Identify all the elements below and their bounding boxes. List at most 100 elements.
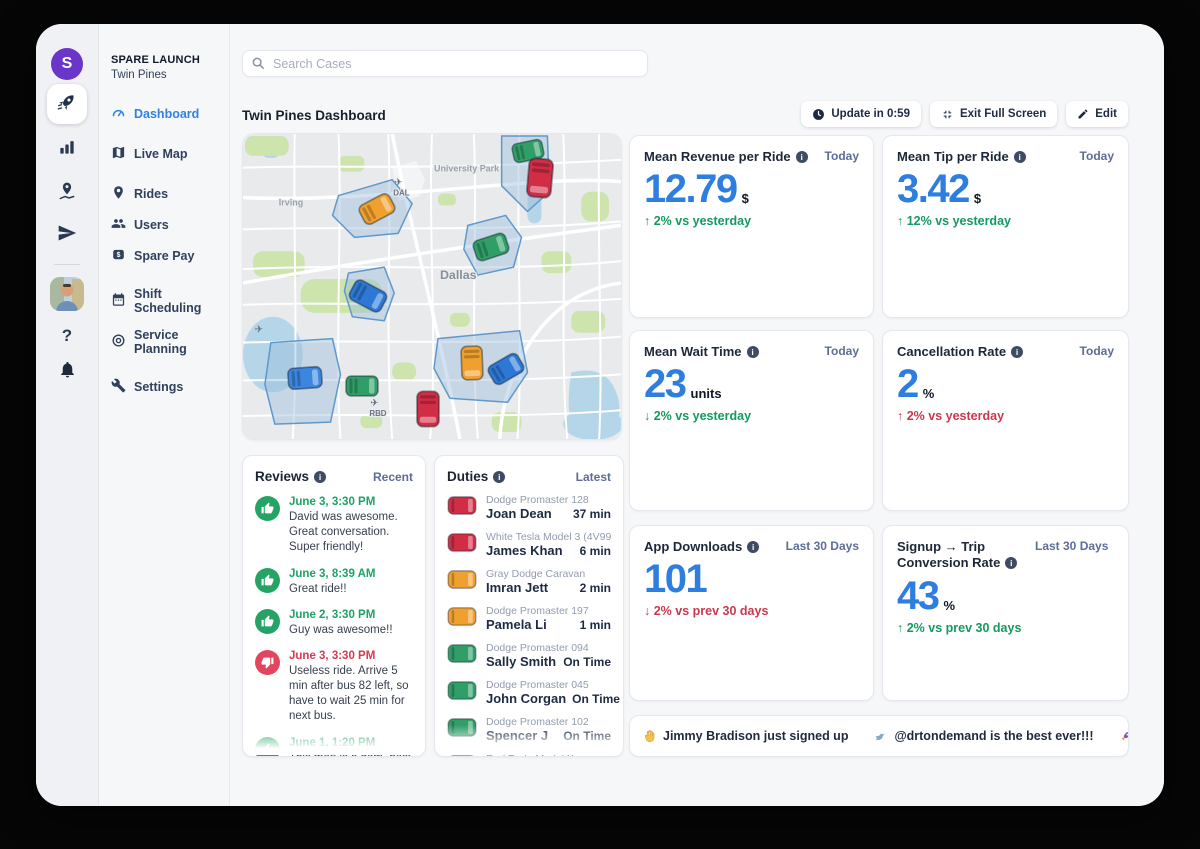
nav-label: Shift Scheduling: [134, 287, 229, 315]
vehicle-marker[interactable]: [356, 190, 398, 227]
ticker-item: DAL → Uni: [1119, 729, 1129, 743]
rail-item-launch-active[interactable]: [47, 84, 87, 124]
duty-row[interactable]: Gray Dodge CaravanImran Jett2 min: [447, 568, 611, 595]
duty-row[interactable]: Dodge Promaster 102Spencer JOn Time: [447, 716, 611, 743]
user-avatar[interactable]: [50, 277, 84, 311]
pencil-icon: [1077, 108, 1089, 120]
pin-icon: [111, 185, 126, 203]
exit-fullscreen-button[interactable]: Exit Full Screen: [930, 101, 1057, 127]
metric-period: Today: [1080, 344, 1114, 358]
metric-title: Signup → Trip Conversion Rate: [897, 539, 1000, 570]
duty-row[interactable]: Dodge Promaster 045John CorganOn Time: [447, 679, 611, 706]
metric-card-cancellation-rate: Cancellation RateiToday 2% ↑ 2% vs yeste…: [882, 330, 1129, 511]
vehicle-marker[interactable]: [287, 365, 324, 391]
info-icon[interactable]: i: [1005, 557, 1017, 569]
svg-text:$: $: [117, 252, 121, 259]
info-icon[interactable]: i: [1014, 151, 1026, 163]
metric-delta: ↑ 2% vs yesterday: [644, 214, 859, 228]
rail-item-analytics[interactable]: [52, 134, 82, 164]
duty-vehicle: White Tesla Model 3 (4V99X4: [486, 531, 611, 543]
metric-card-mean-tip: Mean Tip per RideiToday 3.42$ ↑ 12% vs y…: [882, 135, 1129, 318]
info-icon[interactable]: i: [747, 346, 759, 358]
nav-label: Dashboard: [134, 107, 199, 121]
update-timer-label: Update in 0:59: [831, 108, 910, 120]
metric-delta-text: 2% vs prev 30 days: [907, 621, 1022, 635]
info-icon[interactable]: i: [747, 541, 759, 553]
rail-item-map-tools[interactable]: [52, 178, 82, 208]
van-icon: [460, 345, 484, 381]
van-icon: [447, 755, 477, 757]
vehicle-marker[interactable]: [460, 345, 484, 381]
metric-delta: ↑ 2% vs yesterday: [897, 409, 1114, 423]
duty-time: 6 min: [574, 544, 611, 558]
info-icon[interactable]: i: [1011, 346, 1023, 358]
vehicle-marker[interactable]: [525, 157, 555, 200]
nav-item-settings[interactable]: Settings: [111, 378, 229, 396]
nav-item-users[interactable]: Users: [111, 216, 229, 234]
review-timestamp: June 3, 8:39 AM: [289, 568, 376, 580]
duty-row[interactable]: White Tesla Model 3 (4V99X4James Khan6 m…: [447, 531, 611, 558]
duty-time: On Time: [557, 729, 611, 743]
edit-label: Edit: [1095, 108, 1117, 120]
review-item: June 3, 8:39 AMGreat ride!!: [255, 568, 413, 597]
review-timestamp: June 3, 3:30 PM: [289, 496, 413, 508]
thumb-up-icon: [255, 496, 280, 521]
duty-vehicle: Red Tesla Model X: [486, 753, 611, 757]
clock-icon: [812, 108, 825, 121]
van-icon: [525, 157, 555, 200]
nav-item-shift-scheduling[interactable]: Shift Scheduling: [111, 287, 229, 315]
arrow-down-icon: ↓: [644, 604, 650, 618]
nav-item-service-planning[interactable]: Service Planning: [111, 328, 229, 356]
ticker-text: Jimmy Bradison just signed up: [663, 729, 848, 743]
info-icon[interactable]: i: [796, 151, 808, 163]
vehicle-marker[interactable]: [346, 276, 390, 315]
metric-value: 23: [644, 364, 686, 404]
duty-row[interactable]: Dodge Promaster 094Sally SmithOn Time: [447, 642, 611, 669]
nav-item-spare-pay[interactable]: $ Spare Pay: [111, 247, 229, 265]
metric-title: Cancellation Rate: [897, 344, 1006, 359]
vehicle-marker[interactable]: [484, 350, 526, 388]
duty-time: 37 min: [567, 507, 611, 521]
metric-title: App Downloads: [644, 539, 742, 554]
notifications-bell[interactable]: [52, 357, 82, 387]
review-text: Guy was awesome!!: [289, 623, 393, 638]
metric-delta-text: 2% vs yesterday: [907, 409, 1004, 423]
vehicle-marker[interactable]: [470, 230, 511, 263]
van-icon: [447, 570, 477, 594]
review-text: Useless ride. Arrive 5 min after bus 82 …: [289, 664, 413, 725]
ticker-item: Jimmy Bradison just signed up: [643, 729, 848, 743]
metric-card-app-downloads: App DownloadsiLast 30 Days 101 ↓ 2% vs p…: [629, 525, 874, 701]
spare-logo[interactable]: S: [51, 48, 83, 80]
update-timer-button[interactable]: Update in 0:59: [801, 101, 921, 127]
metric-delta-text: 12% vs yesterday: [907, 214, 1011, 228]
info-icon[interactable]: i: [493, 471, 505, 483]
search-input[interactable]: [242, 50, 648, 77]
icon-rail: S: [36, 24, 99, 806]
nav-item-dashboard[interactable]: Dashboard: [111, 105, 229, 123]
main-content: Twin Pines Dashboard Update in 0:59 Exit…: [230, 24, 1164, 806]
help-icon[interactable]: ?: [52, 321, 82, 351]
rail-item-send[interactable]: [52, 220, 82, 250]
live-map[interactable]: Irving University Park Dallas ✈ DAL ✈ RB…: [242, 133, 622, 440]
info-icon[interactable]: i: [314, 471, 326, 483]
van-icon: [356, 190, 398, 227]
reviews-list[interactable]: June 3, 3:30 PMDavid was awesome. Great …: [255, 496, 413, 757]
vehicle-marker[interactable]: [416, 390, 440, 427]
duty-driver: Spencer J: [486, 728, 548, 743]
metric-value: 3.42: [897, 169, 969, 209]
duty-row[interactable]: Red Tesla Model XBen MorganOn Time: [447, 753, 611, 757]
target-icon: [111, 333, 126, 351]
edit-button[interactable]: Edit: [1066, 101, 1128, 127]
duties-title: Duties: [447, 469, 488, 484]
vehicle-marker[interactable]: [345, 375, 379, 397]
arrow-down-icon: ↓: [644, 409, 650, 423]
wave-hand-icon: [643, 729, 657, 743]
metric-unit: $: [974, 191, 981, 206]
duties-list[interactable]: Dodge Promaster 128Joan Dean37 min White…: [447, 494, 611, 757]
duty-row[interactable]: Dodge Promaster 197Pamela Li1 min: [447, 605, 611, 632]
nav-label: Settings: [134, 380, 183, 394]
nav-item-rides[interactable]: Rides: [111, 185, 229, 203]
duty-row[interactable]: Dodge Promaster 128Joan Dean37 min: [447, 494, 611, 521]
nav-item-live-map[interactable]: Live Map: [111, 145, 229, 163]
duty-vehicle: Dodge Promaster 128: [486, 494, 611, 506]
